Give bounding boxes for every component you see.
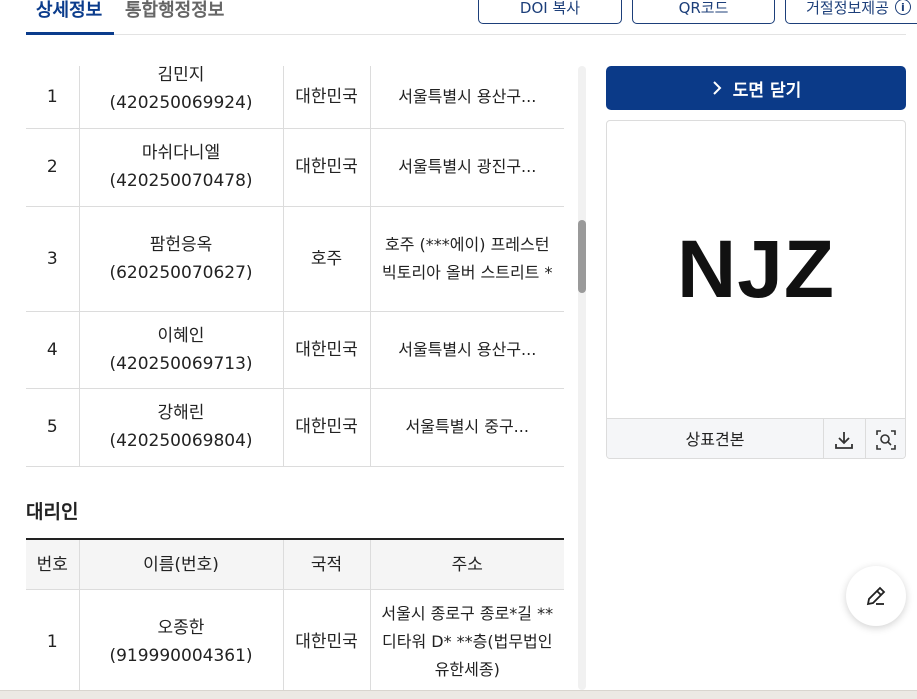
trademark-image[interactable]: NJZ — [607, 121, 905, 418]
table-row: 1 김민지 (420250069924) 대한민국 서울특별시 용산구... — [26, 66, 564, 129]
table-row: 1 오종한 (919990004361) 대한민국 서울시 종로구 종로*길 **… — [26, 589, 564, 694]
download-button[interactable] — [823, 419, 864, 458]
info-icon: i — [894, 0, 911, 15]
image-search-icon — [876, 429, 896, 450]
country-cell: 대한민국 — [282, 66, 370, 129]
table-row: 4 이혜인 (420250069713) 대한민국 서울특별시 용산구... — [26, 311, 564, 389]
country-cell: 대한민국 — [282, 128, 370, 207]
doi-copy-button[interactable]: DOI 복사 — [478, 0, 622, 24]
country-cell: 호주 — [282, 206, 370, 312]
header-name: 이름(번호) — [78, 539, 283, 590]
edit-icon — [866, 586, 886, 606]
row-number: 1 — [26, 589, 79, 694]
tab-integrated-admin-info[interactable]: 통합행정정보 — [125, 0, 224, 22]
address-cell: 서울특별시 용산구... — [369, 66, 564, 129]
edit-fab-button[interactable] — [846, 566, 906, 626]
download-icon — [835, 431, 853, 449]
header-number: 번호 — [26, 539, 79, 590]
scrollbar-thumb[interactable] — [578, 220, 586, 293]
applicant-name-cell: 마쉬다니엘 (420250070478) — [78, 128, 283, 207]
applicant-name: 김민지 — [157, 66, 205, 85]
applicant-name: 팜헌응옥 — [149, 234, 213, 255]
header-country: 국적 — [282, 539, 370, 590]
tab-bar: 상세정보 통합행정정보 DOI 복사 QR코드 거절정보제공 i — [26, 0, 917, 35]
row-number: 1 — [26, 66, 79, 129]
tab-detail-info[interactable]: 상세정보 — [36, 0, 102, 22]
applicant-code: (420250070478) — [109, 171, 253, 191]
rejection-info-button[interactable]: 거절정보제공 i — [785, 0, 917, 24]
applicant-code: (420250069804) — [109, 431, 253, 451]
address-cell: 서울특별시 중구... — [369, 388, 564, 467]
row-number: 3 — [26, 206, 79, 312]
row-number: 2 — [26, 128, 79, 207]
applicant-name-cell: 이혜인 (420250069713) — [78, 311, 283, 389]
close-drawing-button[interactable]: 도면 닫기 — [606, 66, 906, 110]
applicant-name: 이혜인 — [157, 325, 205, 346]
applicant-name: 마쉬다니엘 — [141, 143, 221, 163]
applicant-code: (420250069713) — [109, 353, 253, 374]
table-row: 5 강해린 (420250069804) 대한민국 서울특별시 중구... — [26, 388, 564, 467]
trademark-sample-label: 상표견본 — [685, 430, 745, 449]
row-number: 5 — [26, 388, 79, 467]
close-drawing-label: 도면 닫기 — [732, 80, 802, 101]
applicant-code: (420250069924) — [109, 92, 253, 113]
address-cell: 호주 (***에이) 프레스턴 빅토리아 올버 스트리트 * — [369, 206, 564, 312]
header-address: 주소 — [369, 539, 564, 590]
table-header-row: 번호 이름(번호) 국적 주소 — [26, 539, 564, 590]
address-cell: 서울시 종로구 종로*길 ** 디타워 D* **층(법무법인유한세종) — [369, 589, 564, 694]
applicant-table: 1 김민지 (420250069924) 대한민국 서울특별시 용산구... 2 … — [26, 66, 564, 467]
applicant-name-cell: 강해린 (420250069804) — [78, 388, 283, 467]
agent-section-title: 대리인 — [26, 501, 79, 523]
zoom-button[interactable] — [865, 419, 905, 458]
applicant-name: 강해린 — [157, 403, 205, 423]
active-tab-indicator — [26, 32, 114, 35]
agent-table-container: 번호 이름(번호) 국적 주소 1 오종한 (919990004361) 대한민국… — [26, 538, 564, 694]
trademark-sample-card: NJZ 상표견본 — [606, 120, 906, 459]
applicant-name-cell: 김민지 (420250069924) — [78, 66, 283, 121]
country-cell: 대한민국 — [282, 311, 370, 389]
qr-code-button[interactable]: QR코드 — [632, 0, 775, 24]
applicant-code: (620250070627) — [109, 262, 253, 283]
country-cell: 대한민국 — [282, 388, 370, 467]
agent-code: (919990004361) — [109, 645, 253, 666]
card-footer: 상표견본 — [607, 418, 905, 458]
row-number: 4 — [26, 311, 79, 389]
address-cell: 서울특별시 광진구... — [369, 128, 564, 207]
agent-name: 오종한 — [157, 617, 205, 638]
table-row: 3 팜헌응옥 (620250070627) 호주 호주 (***에이) 프레스턴 … — [26, 206, 564, 312]
chevron-right-icon — [713, 81, 722, 95]
country-cell: 대한민국 — [282, 589, 370, 694]
applicant-name-cell: 팜헌응옥 (620250070627) — [78, 206, 283, 312]
scrollbar-track[interactable] — [578, 66, 586, 690]
rejection-info-label: 거절정보제공 — [806, 0, 889, 17]
agent-table: 번호 이름(번호) 국적 주소 1 오종한 (919990004361) 대한민국… — [26, 538, 564, 694]
agent-name-cell: 오종한 (919990004361) — [78, 589, 283, 694]
address-cell: 서울특별시 용산구... — [369, 311, 564, 389]
table-row: 2 마쉬다니엘 (420250070478) 대한민국 서울특별시 광진구... — [26, 128, 564, 207]
